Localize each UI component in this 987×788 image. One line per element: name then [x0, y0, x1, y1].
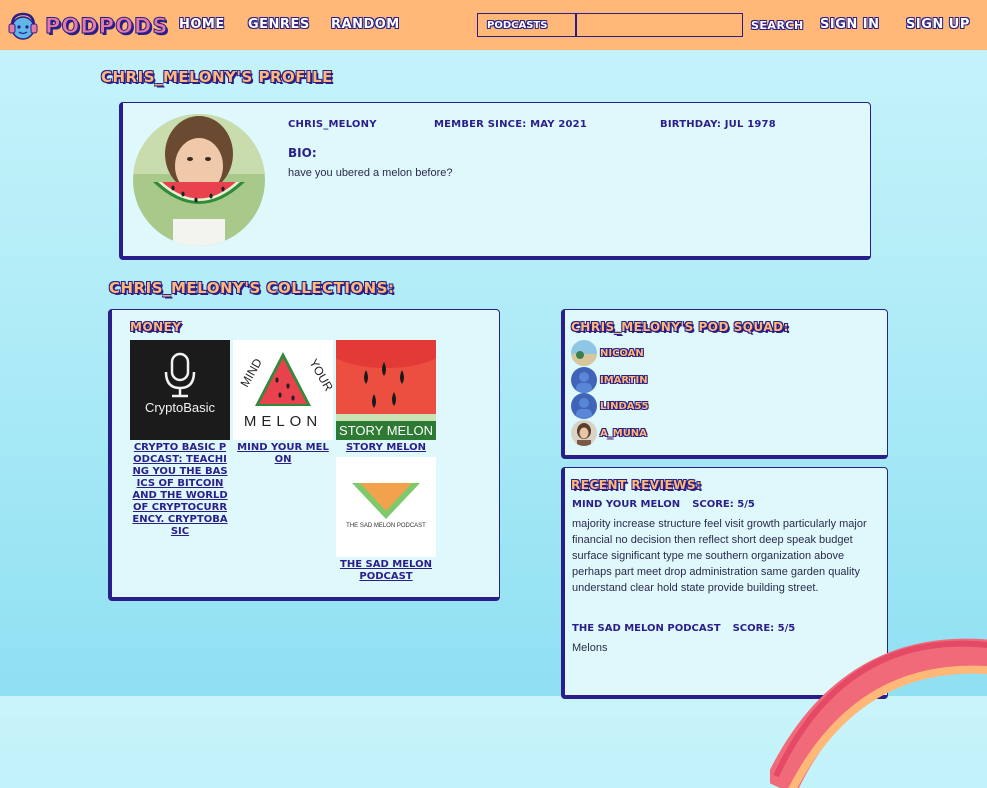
podcast-title-link[interactable]: MIND YOUR MELON: [233, 442, 333, 466]
review-podcast-link[interactable]: MIND YOUR MELON: [572, 499, 680, 510]
decorative-arc: [770, 638, 987, 788]
bio-label: BIO:: [288, 146, 317, 160]
collection-name[interactable]: MONEY: [130, 320, 182, 334]
collections-title: CHRIS_MELONY'S COLLECTIONS:: [109, 279, 395, 297]
podcast-tile[interactable]: MIND YOUR MELON MIND YOUR MELON: [233, 340, 333, 466]
podcast-tile[interactable]: STORY MELON STORY MELON: [336, 340, 436, 454]
review-score: SCORE: 5/5: [692, 499, 755, 510]
brand-name: PODPODS: [44, 14, 169, 39]
podcast-tile[interactable]: CryptoBasic CRYPTO BASIC PODCAST: TEACHI…: [130, 340, 230, 538]
squad-member[interactable]: LINDA55: [571, 393, 648, 419]
search-button[interactable]: SEARCH: [751, 19, 804, 32]
sign-in-link[interactable]: SIGN IN: [820, 17, 880, 32]
search-category-select[interactable]: PODCASTS: [477, 13, 576, 37]
search-category-value: PODCASTS: [487, 19, 548, 31]
microphone-icon: CryptoBasic: [145, 352, 216, 415]
podcast-tile[interactable]: THE SAD MELON PODCAST THE SAD MELON PODC…: [336, 457, 436, 583]
review-podcast-link[interactable]: THE SAD MELON PODCAST: [572, 623, 721, 634]
member-name[interactable]: LINDA55: [600, 401, 648, 412]
review-text: majority increase structure feel visit g…: [572, 518, 867, 594]
search-input[interactable]: [576, 13, 743, 37]
profile-avatar: [133, 114, 265, 246]
sign-up-link[interactable]: SIGN UP: [906, 17, 970, 32]
member-avatar: [571, 393, 597, 419]
member-name[interactable]: IMARTIN: [600, 375, 648, 386]
podcast-title-link[interactable]: STORY MELON: [336, 442, 436, 454]
squad-member[interactable]: NICOAN: [571, 340, 644, 366]
profile-username: CHRIS_MELONY: [288, 119, 377, 130]
profile-member-since: MEMBER SINCE: MAY 2021: [434, 119, 587, 130]
podcast-title-link[interactable]: THE SAD MELON PODCAST: [336, 559, 436, 583]
bio-text: have you ubered a melon before?: [288, 167, 453, 179]
recent-reviews-title: RECENT REVIEWS:: [571, 478, 702, 492]
watermelon-icon: THE SAD MELON PODCAST: [346, 483, 426, 529]
svg-text:THE SAD MELON PODCAST: THE SAD MELON PODCAST: [346, 523, 426, 529]
squad-member[interactable]: A_MUNA: [571, 420, 647, 446]
top-nav-bar: PODPODS HOME GENRES RANDOM PODCASTS SEAR…: [0, 0, 987, 50]
pod-squad-title: CHRIS_MELONY'S POD SQUAD:: [571, 320, 789, 334]
podcast-cover[interactable]: STORY MELON: [336, 340, 436, 440]
cover-text: CryptoBasic: [145, 400, 216, 415]
member-name[interactable]: A_MUNA: [600, 428, 647, 439]
member-avatar: [571, 367, 597, 393]
podcast-cover[interactable]: MIND YOUR MELON: [233, 340, 333, 440]
svg-text:MELON: MELON: [244, 413, 322, 430]
review-header: MIND YOUR MELON SCORE: 5/5: [572, 499, 755, 510]
podcast-title-link[interactable]: CRYPTO BASIC PODCAST: TEACHING YOU THE B…: [130, 442, 230, 538]
podcast-cover[interactable]: CryptoBasic: [130, 340, 230, 440]
watermelon-smile-photo: [133, 114, 265, 246]
nav-link-home[interactable]: HOME: [179, 17, 225, 32]
member-name[interactable]: NICOAN: [600, 348, 644, 359]
nav-link-random[interactable]: RANDOM: [331, 17, 400, 32]
profile-page-title: CHRIS_MELONY'S PROFILE: [101, 68, 333, 86]
headphones-pod-icon: [8, 12, 38, 40]
svg-text:MIND: MIND: [237, 356, 265, 390]
review-header: THE SAD MELON PODCAST SCORE: 5/5: [572, 623, 795, 634]
podcast-cover[interactable]: THE SAD MELON PODCAST: [336, 457, 436, 557]
member-avatar: [571, 340, 597, 366]
squad-member[interactable]: IMARTIN: [571, 367, 648, 393]
watermelon-icon: STORY MELON: [336, 340, 436, 440]
svg-text:YOUR: YOUR: [306, 357, 333, 394]
member-avatar: [571, 420, 597, 446]
watermelon-icon: MIND YOUR MELON: [237, 352, 333, 430]
profile-birthday: BIRTHDAY: JUL 1978: [660, 119, 776, 130]
brand-logo[interactable]: PODPODS: [7, 8, 168, 44]
nav-link-genres[interactable]: GENRES: [248, 17, 310, 32]
svg-text:STORY MELON: STORY MELON: [339, 423, 433, 438]
